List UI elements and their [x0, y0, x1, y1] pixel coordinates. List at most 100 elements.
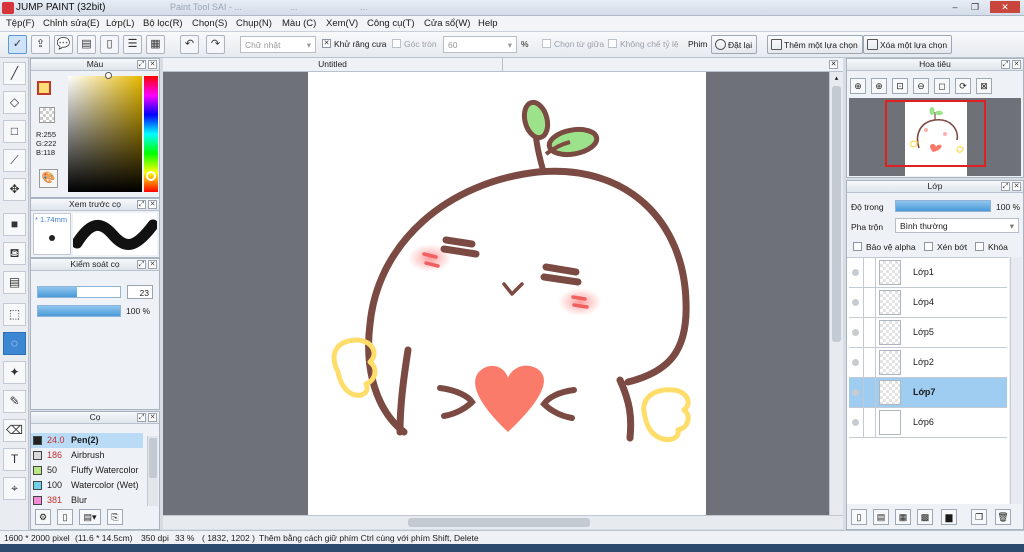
shape-select[interactable]: Chữ nhật ▾: [240, 36, 316, 53]
saturation-value-picker[interactable]: [68, 76, 142, 192]
dock-icon[interactable]: ⤢: [1001, 60, 1010, 69]
transparent-swatch[interactable]: [39, 107, 55, 123]
reset-button[interactable]: Đặt lại: [711, 35, 758, 54]
restore-icon[interactable]: ❐: [966, 1, 984, 13]
menu-layer[interactable]: Lớp(L): [106, 18, 134, 29]
scroll-up-icon[interactable]: ▴: [832, 74, 841, 83]
blend-mode-select[interactable]: Bình thường ▾: [895, 218, 1019, 233]
check-icon[interactable]: ✓: [8, 35, 27, 54]
canvas-vertical-scrollbar[interactable]: ▴: [829, 72, 843, 515]
close-icon[interactable]: ✕: [148, 413, 157, 422]
menu-tools[interactable]: Công cụ(T): [367, 18, 415, 29]
move-tool-icon[interactable]: ✥: [3, 178, 26, 201]
layer-row[interactable]: Lớp6: [849, 408, 1007, 438]
new-layer-icon[interactable]: ▯: [851, 509, 867, 525]
tab-untitled[interactable]: Untitled: [163, 58, 503, 72]
foreground-color-swatch[interactable]: [37, 81, 51, 95]
visibility-icon[interactable]: [852, 419, 859, 426]
layer-opacity-slider[interactable]: [895, 200, 991, 212]
fit-icon[interactable]: ⊡: [892, 78, 908, 94]
dock-icon[interactable]: ⤢: [137, 260, 146, 269]
new-pattern-layer-icon[interactable]: ▩: [917, 509, 933, 525]
undo-icon[interactable]: ↶: [180, 35, 199, 54]
message-icon[interactable]: ▤: [77, 35, 96, 54]
dock-icon[interactable]: ⤢: [137, 60, 146, 69]
visibility-icon[interactable]: [852, 389, 859, 396]
rotate-icon[interactable]: ⟳: [955, 78, 971, 94]
layer-link-cell[interactable]: [863, 318, 876, 347]
menu-filter[interactable]: Bộ lọc(R): [143, 18, 183, 29]
lasso-tool-icon[interactable]: ◌: [3, 332, 26, 355]
hue-cursor[interactable]: [146, 171, 156, 181]
antialias-checkbox[interactable]: ✕: [322, 39, 331, 48]
lock-checkbox[interactable]: [975, 242, 984, 251]
zoom-actual-icon[interactable]: ◻: [934, 78, 950, 94]
keep-ratio-checkbox[interactable]: [608, 39, 617, 48]
canvas-horizontal-scrollbar[interactable]: [163, 515, 843, 529]
menu-view[interactable]: Xem(V): [326, 18, 358, 29]
layer-row[interactable]: Lớp4: [849, 288, 1007, 318]
select-eraser-icon[interactable]: ⌫: [3, 419, 26, 442]
scroll-thumb[interactable]: [408, 518, 590, 527]
export-icon[interactable]: ⇪: [31, 35, 50, 54]
brush-item[interactable]: 50 Fluffy Watercolor: [31, 463, 143, 478]
round-corner-checkbox[interactable]: [392, 39, 401, 48]
grid-icon[interactable]: ▦: [146, 35, 165, 54]
folder-icon[interactable]: ▆: [941, 509, 957, 525]
zoom-in-icon[interactable]: ⊕: [850, 78, 866, 94]
palette-icon[interactable]: 🎨: [39, 169, 58, 188]
dock-icon[interactable]: ⤢: [137, 413, 146, 422]
brush-size-input[interactable]: 23: [127, 285, 153, 299]
close-icon[interactable]: ✕: [1012, 182, 1021, 191]
menu-window[interactable]: Cửa sổ(W): [424, 18, 470, 29]
visibility-icon[interactable]: [852, 329, 859, 336]
brush-item[interactable]: 24.0 Pen(2): [31, 433, 143, 448]
close-icon[interactable]: ✕: [148, 60, 157, 69]
menu-color[interactable]: Màu (C): [282, 18, 316, 29]
layer-link-cell[interactable]: [863, 288, 876, 317]
duplicate-layer-icon[interactable]: ❐: [971, 509, 987, 525]
close-icon[interactable]: ✕: [148, 200, 157, 209]
magic-wand-icon[interactable]: ✦: [3, 361, 26, 384]
layer-row[interactable]: Lớp2: [849, 348, 1007, 378]
layer-row[interactable]: Lớp5: [849, 318, 1007, 348]
close-icon[interactable]: ✕: [990, 1, 1020, 13]
clip-checkbox[interactable]: [924, 242, 933, 251]
menu-select[interactable]: Chọn(S): [192, 18, 227, 29]
rectangle-tool-icon[interactable]: □: [3, 120, 26, 143]
zoom-out-icon[interactable]: ⊖: [913, 78, 929, 94]
reset-view-icon[interactable]: ⊠: [976, 78, 992, 94]
comment-icon[interactable]: 💬: [54, 35, 73, 54]
remove-selection-button[interactable]: Xóa một lựa chọn: [863, 35, 953, 54]
brush-opacity-slider[interactable]: [37, 305, 121, 317]
brush-item[interactable]: 381 Blur: [31, 493, 143, 507]
redo-icon[interactable]: ↷: [206, 35, 225, 54]
dock-icon[interactable]: ⤢: [1001, 182, 1010, 191]
minimize-icon[interactable]: –: [946, 1, 964, 13]
list-icon[interactable]: ☰: [123, 35, 142, 54]
brush-list-scrollbar[interactable]: [147, 436, 158, 506]
new-vector-layer-icon[interactable]: ▦: [895, 509, 911, 525]
brush-item[interactable]: 186 Airbrush: [31, 448, 143, 463]
dock-icon[interactable]: ⤢: [137, 200, 146, 209]
brush-size-slider[interactable]: [37, 286, 121, 298]
eyedropper-tool-icon[interactable]: ⌖: [3, 477, 26, 500]
navigator-viewport-frame[interactable]: [885, 100, 986, 167]
document-icon[interactable]: ▯: [100, 35, 119, 54]
round-corner-input[interactable]: 60 ▾: [443, 36, 517, 53]
picker-cursor[interactable]: [105, 72, 112, 79]
bucket-tool-icon[interactable]: ⛾: [3, 242, 26, 265]
layer-link-cell[interactable]: [863, 258, 876, 287]
layer-link-cell[interactable]: [863, 348, 876, 377]
menu-capture[interactable]: Chụp(N): [236, 18, 272, 29]
menu-edit[interactable]: Chỉnh sửa(E): [43, 18, 100, 29]
layer-list-scrollbar[interactable]: [1010, 257, 1022, 504]
new-raster-layer-icon[interactable]: ▤: [873, 509, 889, 525]
scroll-thumb[interactable]: [832, 86, 841, 342]
navigator-preview[interactable]: [849, 98, 1021, 176]
drawing-paper[interactable]: [308, 72, 706, 515]
layer-row[interactable]: Lớp7: [849, 378, 1007, 408]
new-brush-icon[interactable]: ▯: [57, 509, 73, 525]
close-icon[interactable]: ✕: [829, 60, 838, 69]
eraser-tool-icon[interactable]: ◇: [3, 91, 26, 114]
